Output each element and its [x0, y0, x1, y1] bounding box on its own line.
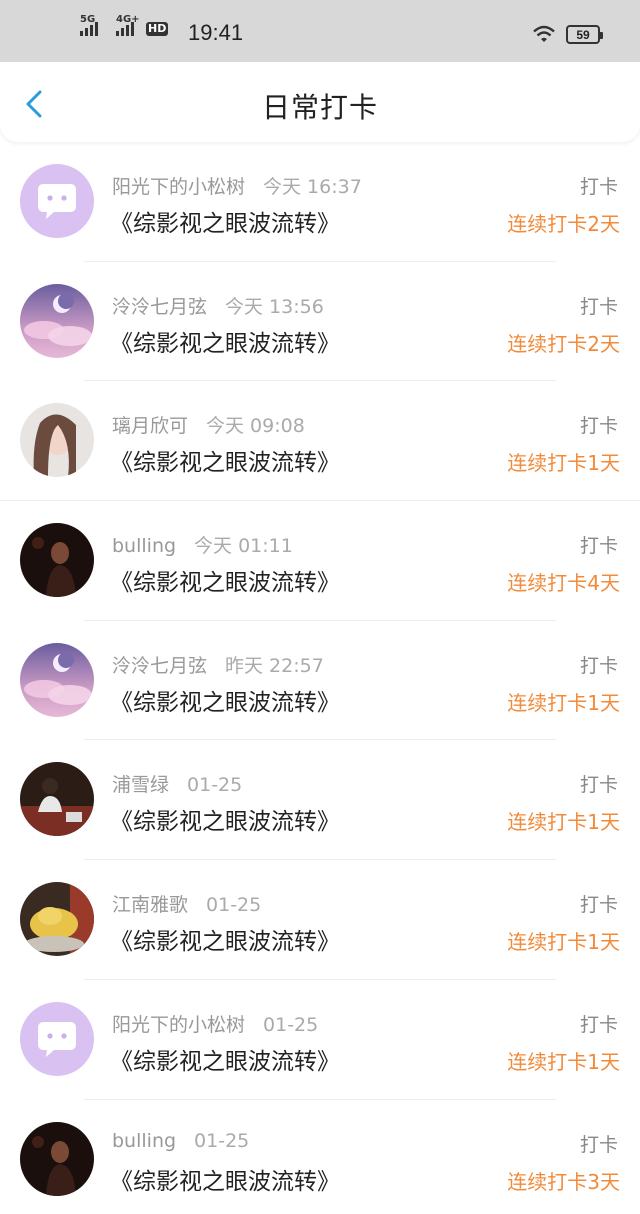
item-meta: 浦雪绿 01-25 [112, 770, 242, 797]
signal-5g-icon: 5G [80, 14, 98, 36]
moon-night-image [20, 283, 94, 358]
list-item[interactable]: 泠泠七月弦 昨天 22:57 《综影视之眼波流转》 打卡 连续打卡1天 [0, 621, 640, 741]
book-title[interactable]: 《综影视之眼波流转》 [110, 204, 340, 238]
checkin-time: 01-25 [206, 894, 262, 917]
list-item[interactable]: 阳光下的小松树 01-25 《综影视之眼波流转》 打卡 连续打卡1天 [0, 980, 640, 1100]
checkin-time: 昨天 22:57 [225, 654, 324, 677]
item-meta: 阳光下的小松树 今天 16:37 [112, 172, 362, 199]
streak-label: 连续打卡1天 [507, 690, 620, 715]
user-name[interactable]: 泠泠七月弦 [112, 296, 207, 318]
streak-label: 连续打卡1天 [507, 930, 620, 955]
book-title[interactable]: 《综影视之眼波流转》 [110, 802, 340, 836]
checkin-label: 打卡 [579, 295, 618, 318]
checkin-time: 01-25 [187, 774, 243, 797]
purple-chat-icon [20, 1001, 94, 1076]
yellow-plush-photo [20, 882, 94, 957]
signal-4g-icon: 4G+ [116, 14, 140, 36]
checkin-label: 打卡 [579, 415, 618, 438]
checkin-time: 01-25 [194, 1129, 250, 1152]
user-name[interactable]: bulling [112, 1130, 176, 1152]
item-meta: 泠泠七月弦 昨天 22:57 [112, 651, 324, 678]
user-name[interactable]: 璃月欣可 [112, 415, 188, 437]
streak-label: 连续打卡1天 [507, 810, 620, 835]
network-type-2: 4G+ [116, 14, 140, 25]
streak-label: 连续打卡1天 [507, 1049, 620, 1074]
restaurant-photo [20, 762, 94, 837]
battery-icon: 59 [566, 25, 603, 44]
checkin-label: 打卡 [579, 774, 618, 797]
signal-indicators: 5G 4G+ HD [80, 14, 169, 36]
user-name[interactable]: bulling [112, 535, 176, 557]
checkin-time: 今天 09:08 [206, 415, 305, 438]
checkin-list: 阳光下的小松树 今天 16:37 《综影视之眼波流转》 打卡 连续打卡2天 泠泠七… [0, 142, 640, 1214]
nav-header: 日常打卡 [0, 62, 640, 142]
book-title[interactable]: 《综影视之眼波流转》 [110, 683, 340, 717]
purple-chat-icon [20, 164, 94, 238]
item-meta: 阳光下的小松树 01-25 [112, 1010, 318, 1037]
book-title[interactable]: 《综影视之眼波流转》 [110, 443, 340, 477]
user-name[interactable]: 阳光下的小松树 [112, 1014, 245, 1036]
streak-label: 连续打卡4天 [507, 571, 620, 596]
user-name[interactable]: 江南雅歌 [112, 894, 188, 916]
battery-level: 59 [576, 27, 590, 42]
status-bar: 5G 4G+ HD 19:41 59 [0, 0, 640, 62]
checkin-label: 打卡 [579, 1013, 618, 1036]
list-item[interactable]: 阳光下的小松树 今天 16:37 《综影视之眼波流转》 打卡 连续打卡2天 [0, 142, 640, 262]
list-item[interactable]: bulling 今天 01:11 《综影视之眼波流转》 打卡 连续打卡4天 [0, 501, 640, 621]
wifi-icon [533, 25, 555, 42]
list-item[interactable]: 江南雅歌 01-25 《综影视之眼波流转》 打卡 连续打卡1天 [0, 860, 640, 980]
streak-label: 连续打卡1天 [507, 451, 620, 476]
streak-label: 连续打卡2天 [507, 212, 620, 236]
checkin-time: 今天 13:56 [225, 295, 324, 318]
item-meta: 璃月欣可 今天 09:08 [112, 411, 305, 438]
avatar[interactable] [20, 642, 94, 717]
book-title[interactable]: 《综影视之眼波流转》 [110, 922, 340, 956]
checkin-label: 打卡 [579, 894, 618, 917]
checkin-label: 打卡 [579, 654, 618, 677]
avatar[interactable] [20, 403, 94, 478]
page-title: 日常打卡 [261, 91, 378, 124]
book-title[interactable]: 《综影视之眼波流转》 [110, 324, 340, 358]
portrait-photo [20, 403, 94, 478]
avatar[interactable] [20, 1001, 94, 1076]
avatar[interactable] [20, 762, 94, 837]
checkin-time: 01-25 [263, 1013, 319, 1036]
book-title[interactable]: 《综影视之眼波流转》 [110, 1042, 340, 1076]
avatar[interactable] [20, 283, 94, 358]
hd-voice-icon: HD [146, 22, 169, 36]
avatar[interactable] [20, 882, 94, 957]
user-name[interactable]: 阳光下的小松树 [112, 176, 245, 198]
list-item[interactable]: bulling 01-25 《综影视之眼波流转》 打卡 连续打卡3天 [0, 1100, 640, 1214]
dark-portrait-photo [20, 1121, 94, 1196]
item-meta: bulling 01-25 [112, 1130, 249, 1152]
checkin-time: 今天 16:37 [263, 176, 362, 198]
book-title[interactable]: 《综影视之眼波流转》 [110, 1162, 340, 1196]
item-meta: bulling 今天 01:11 [112, 531, 293, 558]
avatar[interactable] [20, 164, 94, 238]
user-name[interactable]: 泠泠七月弦 [112, 655, 207, 677]
network-type-1: 5G [80, 14, 96, 25]
status-time: 19:41 [188, 20, 244, 45]
list-item[interactable]: 浦雪绿 01-25 《综影视之眼波流转》 打卡 连续打卡1天 [0, 740, 640, 861]
avatar[interactable] [20, 1121, 94, 1196]
item-meta: 泠泠七月弦 今天 13:56 [112, 292, 324, 319]
checkin-label: 打卡 [579, 176, 618, 198]
streak-label: 连续打卡2天 [507, 331, 620, 356]
streak-label: 连续打卡3天 [507, 1169, 620, 1194]
book-title[interactable]: 《综影视之眼波流转》 [110, 563, 340, 597]
moon-night-image [20, 642, 94, 717]
item-meta: 江南雅歌 01-25 [112, 890, 261, 917]
dark-portrait-photo [20, 523, 94, 598]
avatar[interactable] [20, 523, 94, 598]
checkin-label: 打卡 [579, 535, 618, 558]
checkin-time: 今天 01:11 [194, 535, 293, 558]
list-item[interactable]: 璃月欣可 今天 09:08 《综影视之眼波流转》 打卡 连续打卡1天 [0, 381, 640, 502]
user-name[interactable]: 浦雪绿 [112, 774, 169, 796]
list-item[interactable]: 泠泠七月弦 今天 13:56 《综影视之眼波流转》 打卡 连续打卡2天 [0, 262, 640, 382]
checkin-label: 打卡 [579, 1133, 618, 1156]
